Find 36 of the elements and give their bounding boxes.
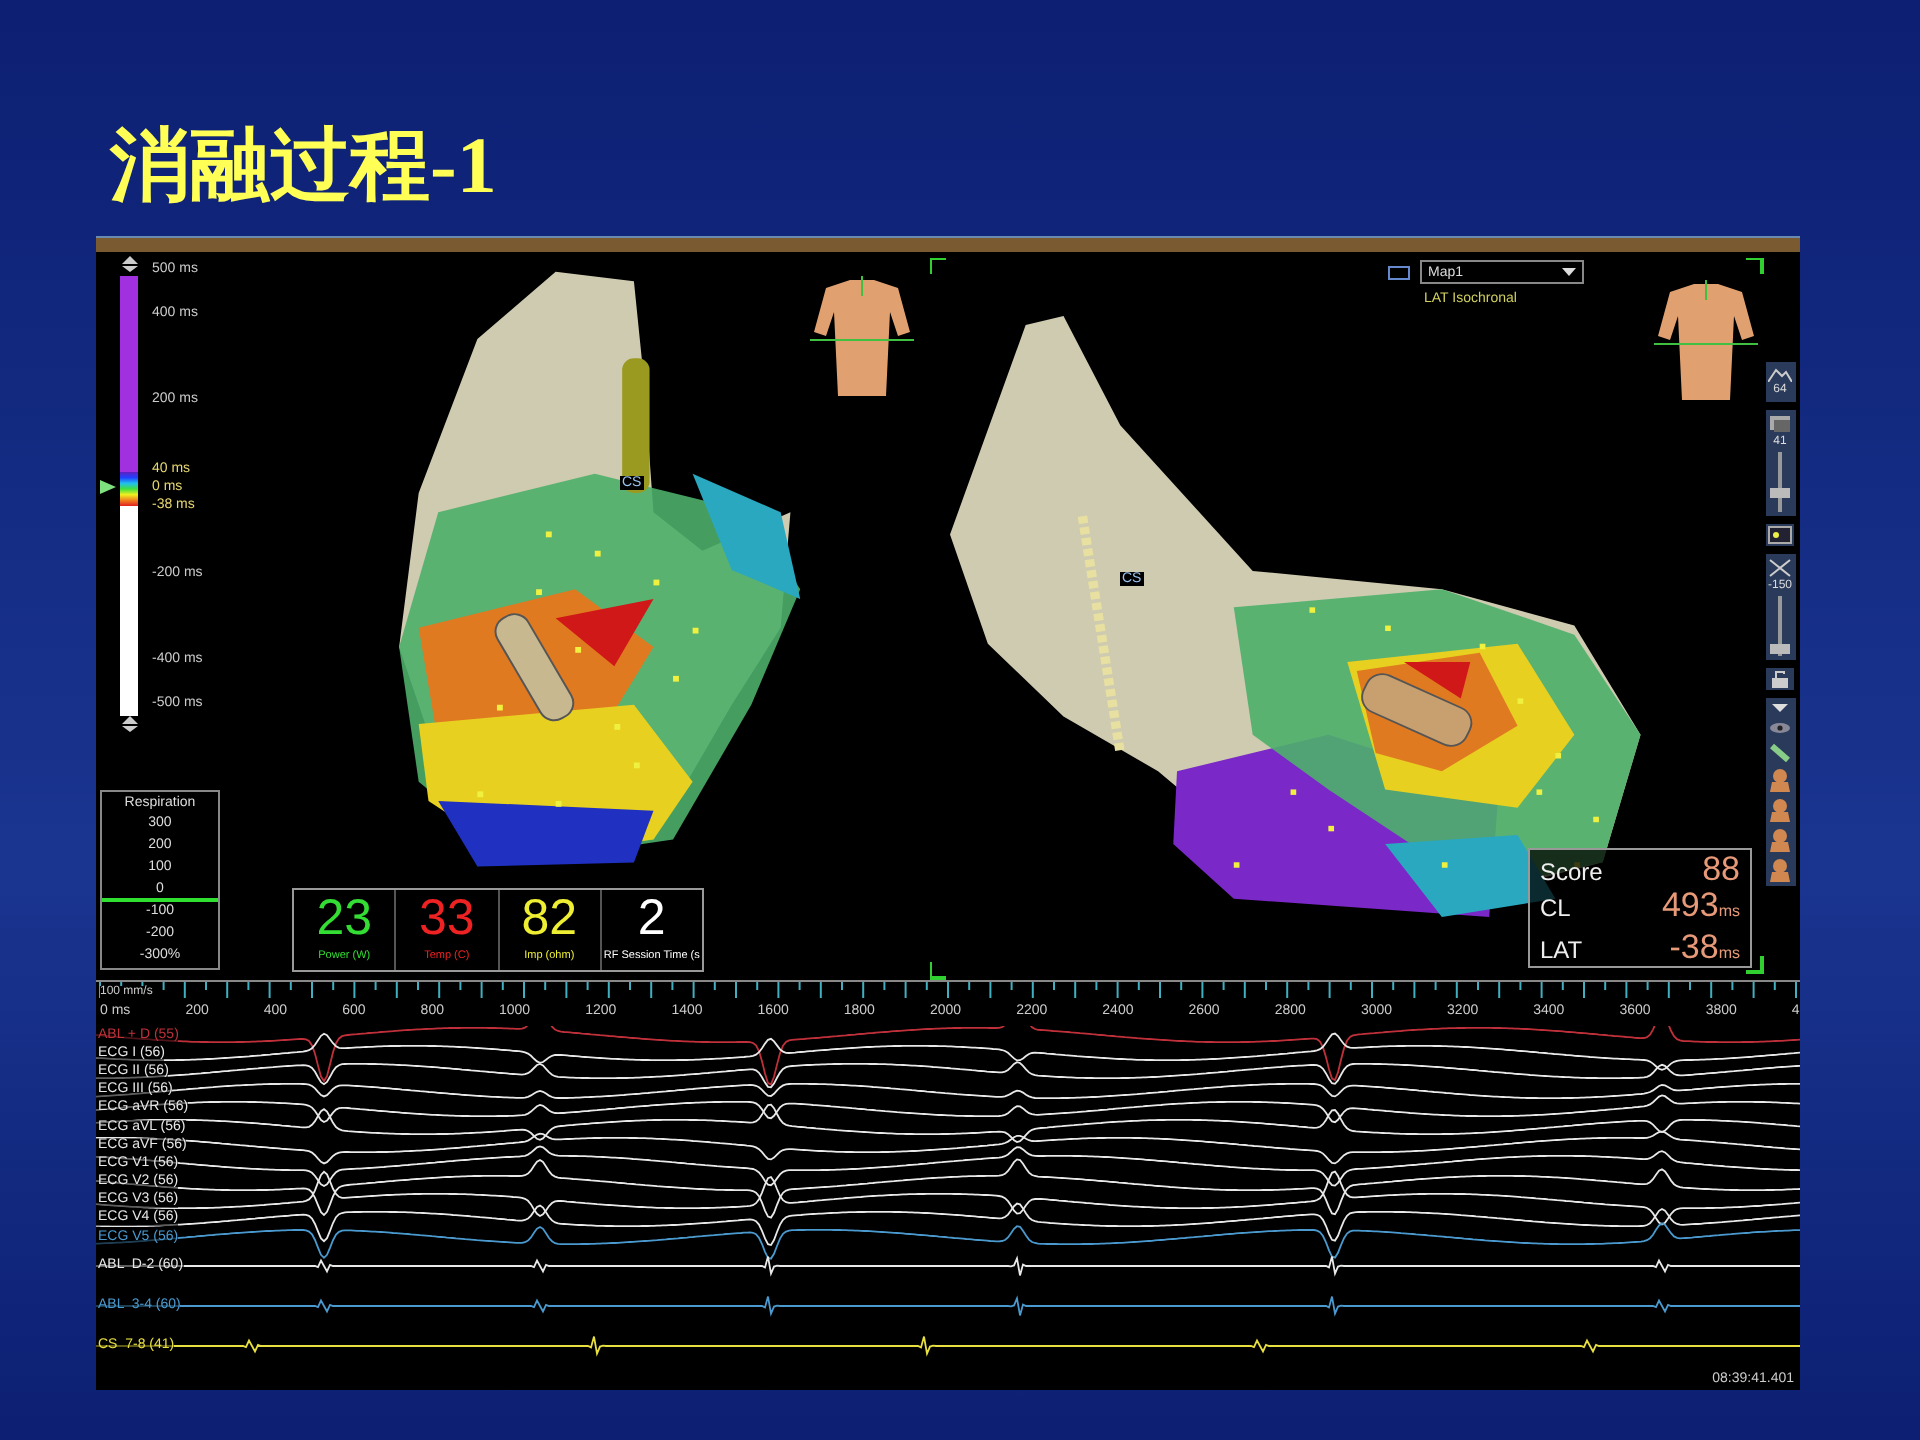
scale-handle-icon <box>120 256 140 272</box>
caret-icon <box>1768 702 1792 714</box>
lock-icon <box>1766 668 1794 690</box>
respiration-level-line <box>102 898 218 901</box>
slider-thumb[interactable] <box>1770 487 1790 497</box>
head-icon <box>1768 768 1792 792</box>
score-label: CL <box>1540 894 1571 922</box>
caret-icon <box>1562 268 1576 276</box>
readout-value: 33 <box>418 890 475 948</box>
pencil-icon <box>1768 742 1792 762</box>
score-value: 88 <box>1702 852 1740 888</box>
frame-corner-icon <box>930 258 948 276</box>
score-value: 493ms <box>1661 888 1740 928</box>
head-icon <box>1768 858 1792 882</box>
slider-thumb[interactable] <box>1770 643 1790 653</box>
slide-title: 消融过程-1 <box>110 118 499 214</box>
torso-orientation-icon <box>810 276 914 400</box>
head-icon <box>1768 828 1792 852</box>
readout-value: 2 <box>637 890 666 948</box>
eye-icon <box>1768 720 1792 736</box>
score-label: LAT <box>1540 936 1583 964</box>
torso-orientation-icon <box>1654 280 1758 404</box>
frame-corner-icon <box>930 962 948 980</box>
layout-icon <box>1388 266 1412 282</box>
marker-arrow-icon <box>100 480 116 494</box>
window-icon <box>1768 414 1792 434</box>
frame-corner-icon <box>1746 258 1764 276</box>
light-icon <box>1766 524 1794 546</box>
head-icon <box>1768 798 1792 822</box>
score-label: Score <box>1540 858 1603 886</box>
scissors-icon <box>1768 558 1792 578</box>
readout-value: 23 <box>316 890 373 948</box>
readout-value: 82 <box>521 890 578 948</box>
score-value: -38ms <box>1669 930 1740 970</box>
mountain-icon <box>1768 366 1792 382</box>
frame-corner-icon <box>1746 956 1764 974</box>
